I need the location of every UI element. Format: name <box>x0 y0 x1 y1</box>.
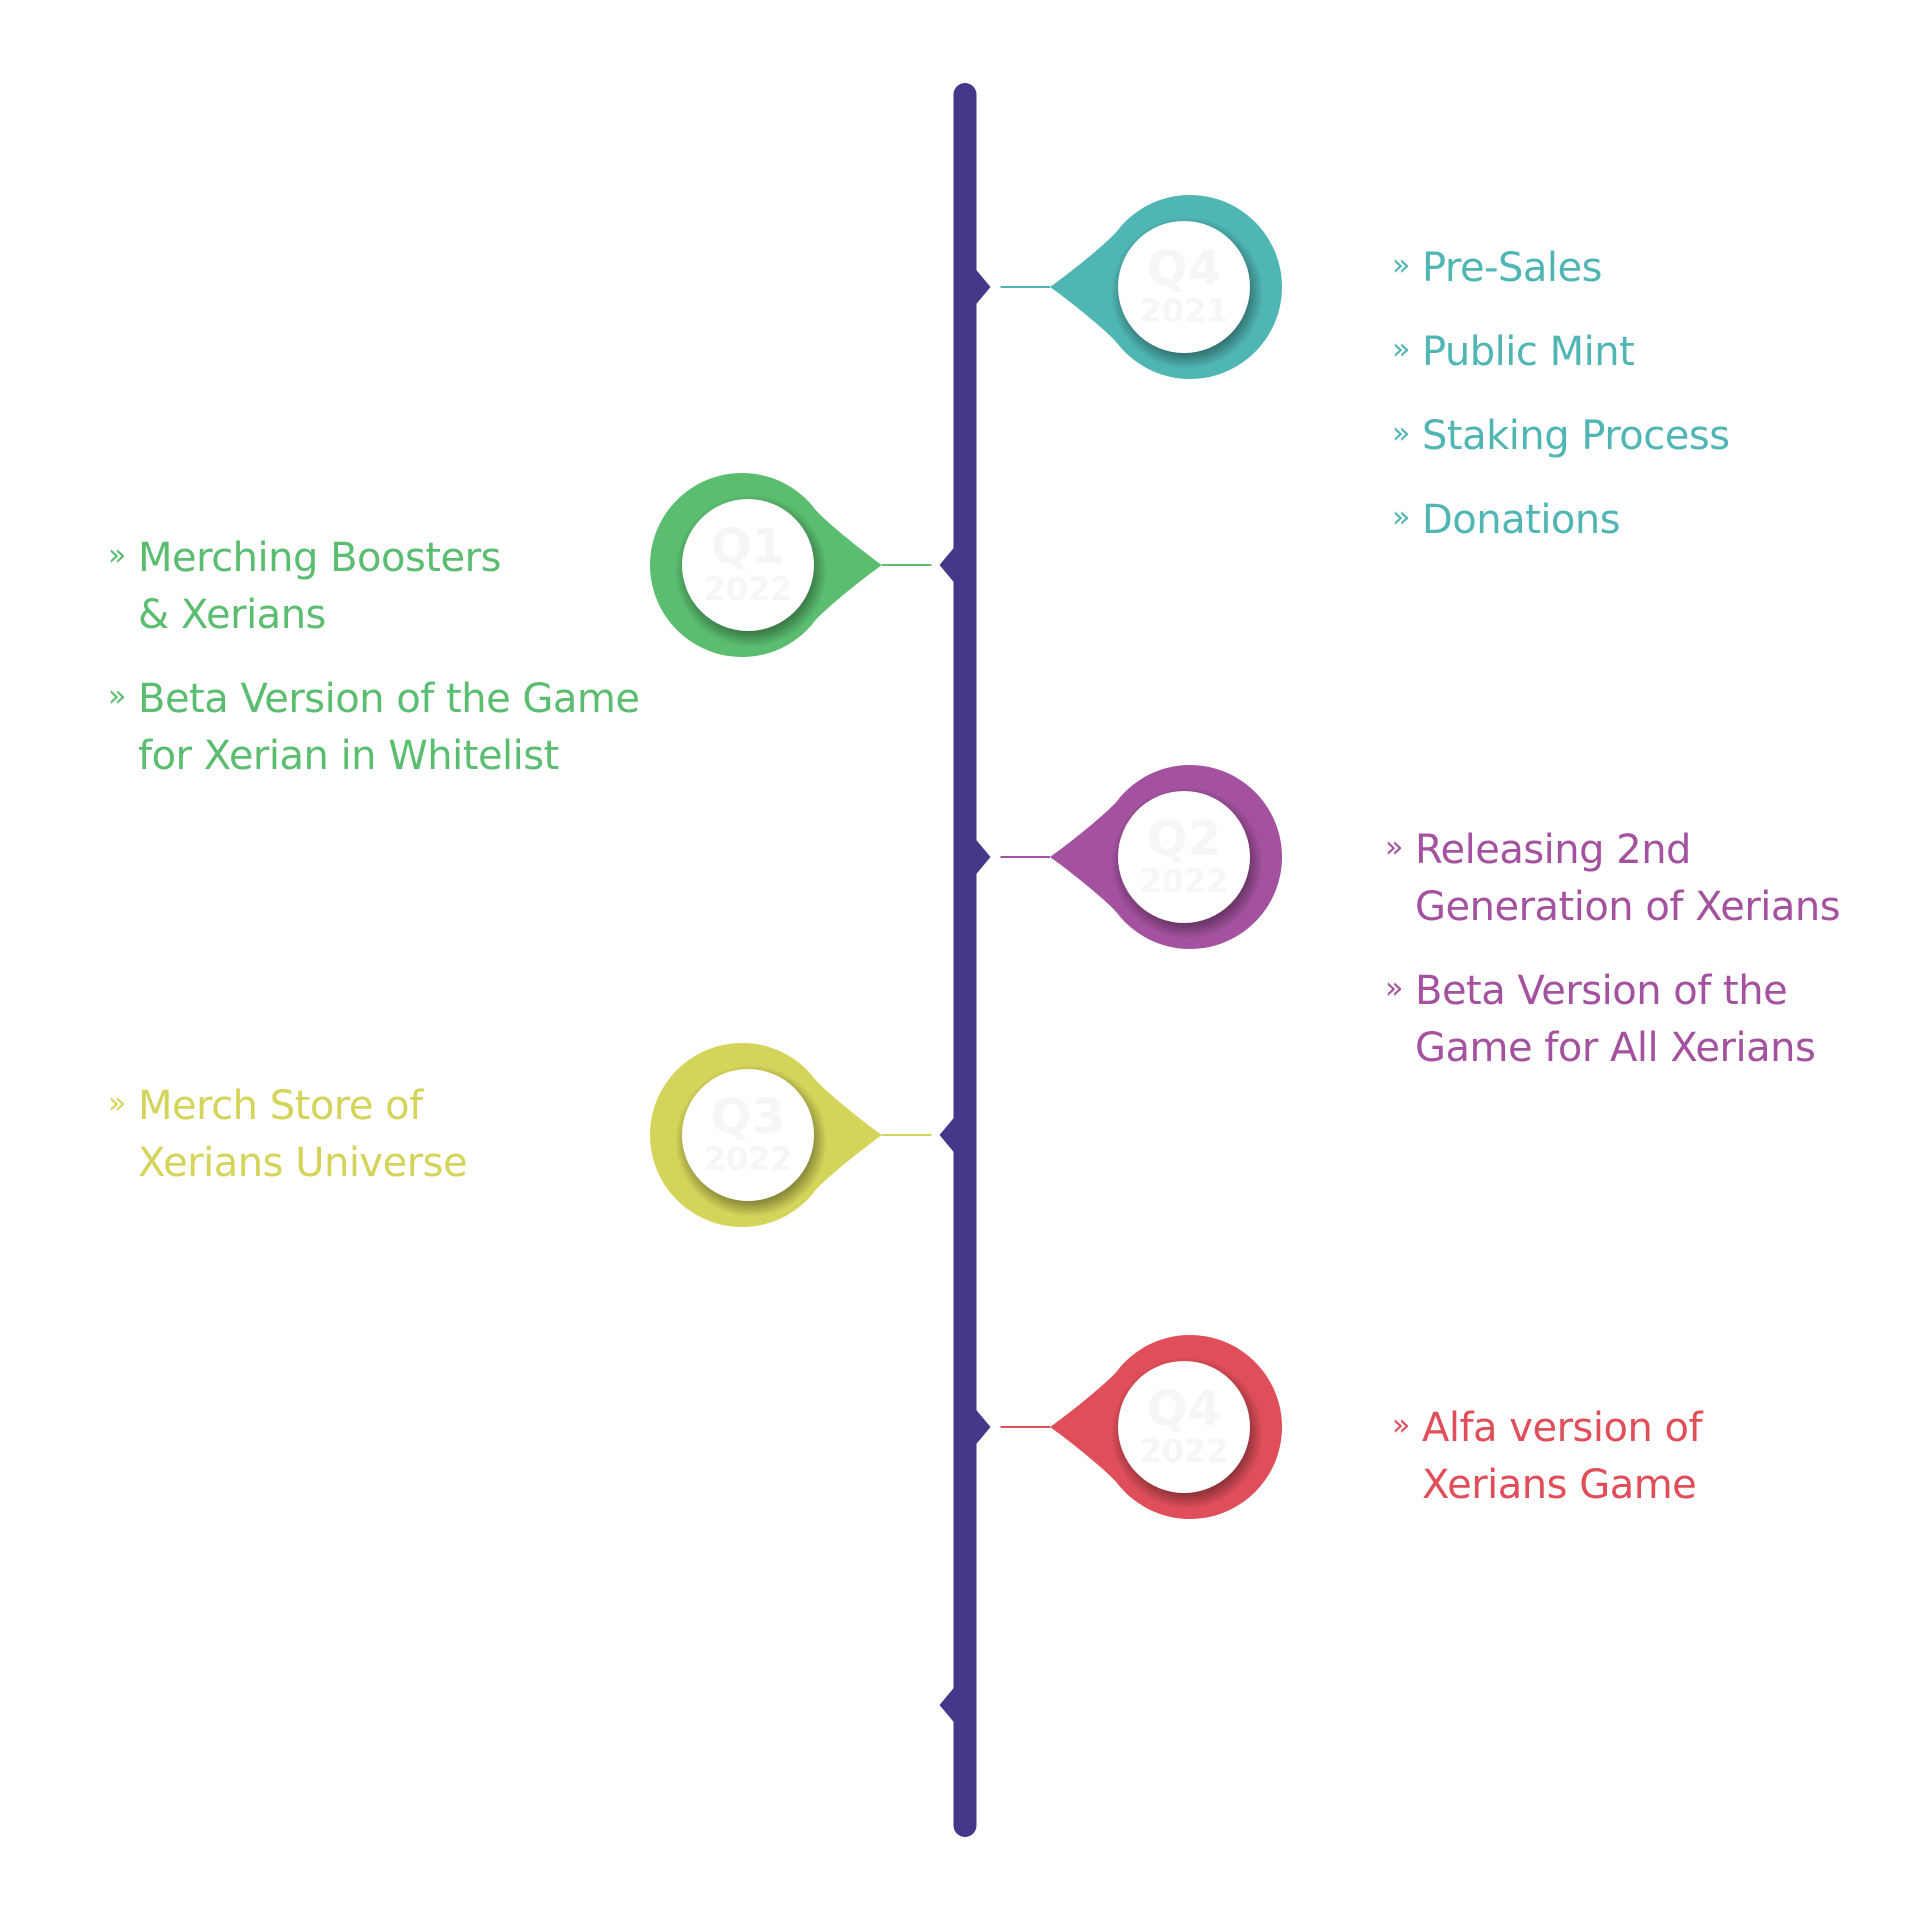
item-text-line: & Xerians <box>138 592 326 638</box>
quarter-text: Q3 <box>710 1089 786 1145</box>
item-text-line: Releasing 2nd <box>1415 827 1691 873</box>
milestone-item: » Staking Process <box>1392 408 1730 465</box>
milestone-items-q4-2021: » Pre-Sales » Public Mint » Staking Process » D… <box>1392 240 1730 576</box>
milestone-item: » Merching Boosters & Xerians <box>108 530 639 644</box>
milestone-items-q3-2022: » Merch Store of Xerians Universe <box>108 1078 468 1219</box>
quarter-text: Q1 <box>710 519 786 575</box>
milestone-item: » Beta Version of the Game for Xerian in W… <box>108 671 640 785</box>
bullet-icon: » <box>1392 1408 1410 1443</box>
bullet-icon: » <box>108 679 126 714</box>
item-text-line: Alfa version of <box>1422 1405 1703 1451</box>
item-text-line: Donations <box>1422 497 1621 543</box>
spine-line <box>953 83 977 1837</box>
item-text-line: Public Mint <box>1422 329 1635 375</box>
spine-notch <box>975 269 991 305</box>
bullet-icon: » <box>108 1086 126 1121</box>
item-text-line: Generation of Xerians <box>1415 884 1841 930</box>
spine-notch <box>939 547 955 583</box>
item-text-line: for Xerian in Whitelist <box>138 733 559 779</box>
item-text-line: Merching Boosters <box>138 535 501 581</box>
item-text-line: Xerians Game <box>1422 1462 1697 1508</box>
spine-notch <box>975 1409 991 1445</box>
bullet-icon: » <box>1392 248 1410 283</box>
item-text-line: Beta Version of the Game <box>138 676 640 722</box>
bullet-icon: » <box>1385 971 1403 1006</box>
quarter-label-q4-2022: Q4 2022 <box>1124 1385 1244 1467</box>
milestone-item: » Beta Version of the Game for All Xerians <box>1385 963 1840 1077</box>
year-text: 2022 <box>703 570 793 608</box>
bullet-icon: » <box>1385 830 1403 865</box>
milestone-item: » Pre-Sales <box>1392 240 1730 297</box>
milestone-item: » Donations <box>1392 492 1730 549</box>
milestone-items-q2-2022: » Releasing 2nd Generation of Xerians » Beta… <box>1385 822 1841 1104</box>
milestone-item: » Releasing 2nd Generation of Xerians <box>1385 822 1841 936</box>
milestone-item: » Alfa version of Xerians Game <box>1392 1400 1703 1514</box>
quarter-text: Q2 <box>1146 811 1222 867</box>
year-text: 2022 <box>1139 862 1229 900</box>
year-text: 2022 <box>1139 1432 1229 1470</box>
bullet-icon: » <box>108 538 126 573</box>
year-text: 2022 <box>703 1140 793 1178</box>
bullet-icon: » <box>1392 500 1410 535</box>
year-text: 2021 <box>1139 292 1229 330</box>
quarter-label-q3-2022: Q3 2022 <box>688 1093 808 1175</box>
quarter-label-q1-2022: Q1 2022 <box>688 523 808 605</box>
quarter-label-q4-2021: Q4 2021 <box>1124 245 1244 327</box>
item-text-line: Staking Process <box>1422 413 1730 459</box>
milestone-items-q4-2022: » Alfa version of Xerians Game <box>1392 1400 1703 1541</box>
bullet-icon: » <box>1392 332 1410 367</box>
spine-notch <box>939 1687 955 1723</box>
bullet-icon: » <box>1392 416 1410 451</box>
milestone-item: » Public Mint <box>1392 324 1730 381</box>
spine-notch <box>975 839 991 875</box>
item-text-line: Game for All Xerians <box>1415 1025 1816 1071</box>
timeline-spine <box>939 83 991 1837</box>
milestone-item: » Merch Store of Xerians Universe <box>108 1078 468 1192</box>
quarter-text: Q4 <box>1146 1381 1222 1437</box>
item-text-line: Beta Version of the <box>1415 968 1788 1014</box>
item-text-line: Merch Store of <box>138 1083 423 1129</box>
item-text-line: Xerians Universe <box>138 1140 468 1186</box>
item-text-line: Pre-Sales <box>1422 245 1602 291</box>
milestone-items-q1-2022: » Merching Boosters & Xerians » Beta Version… <box>108 530 640 812</box>
quarter-text: Q4 <box>1146 241 1222 297</box>
quarter-label-q2-2022: Q2 2022 <box>1124 815 1244 897</box>
spine-notch <box>939 1117 955 1153</box>
